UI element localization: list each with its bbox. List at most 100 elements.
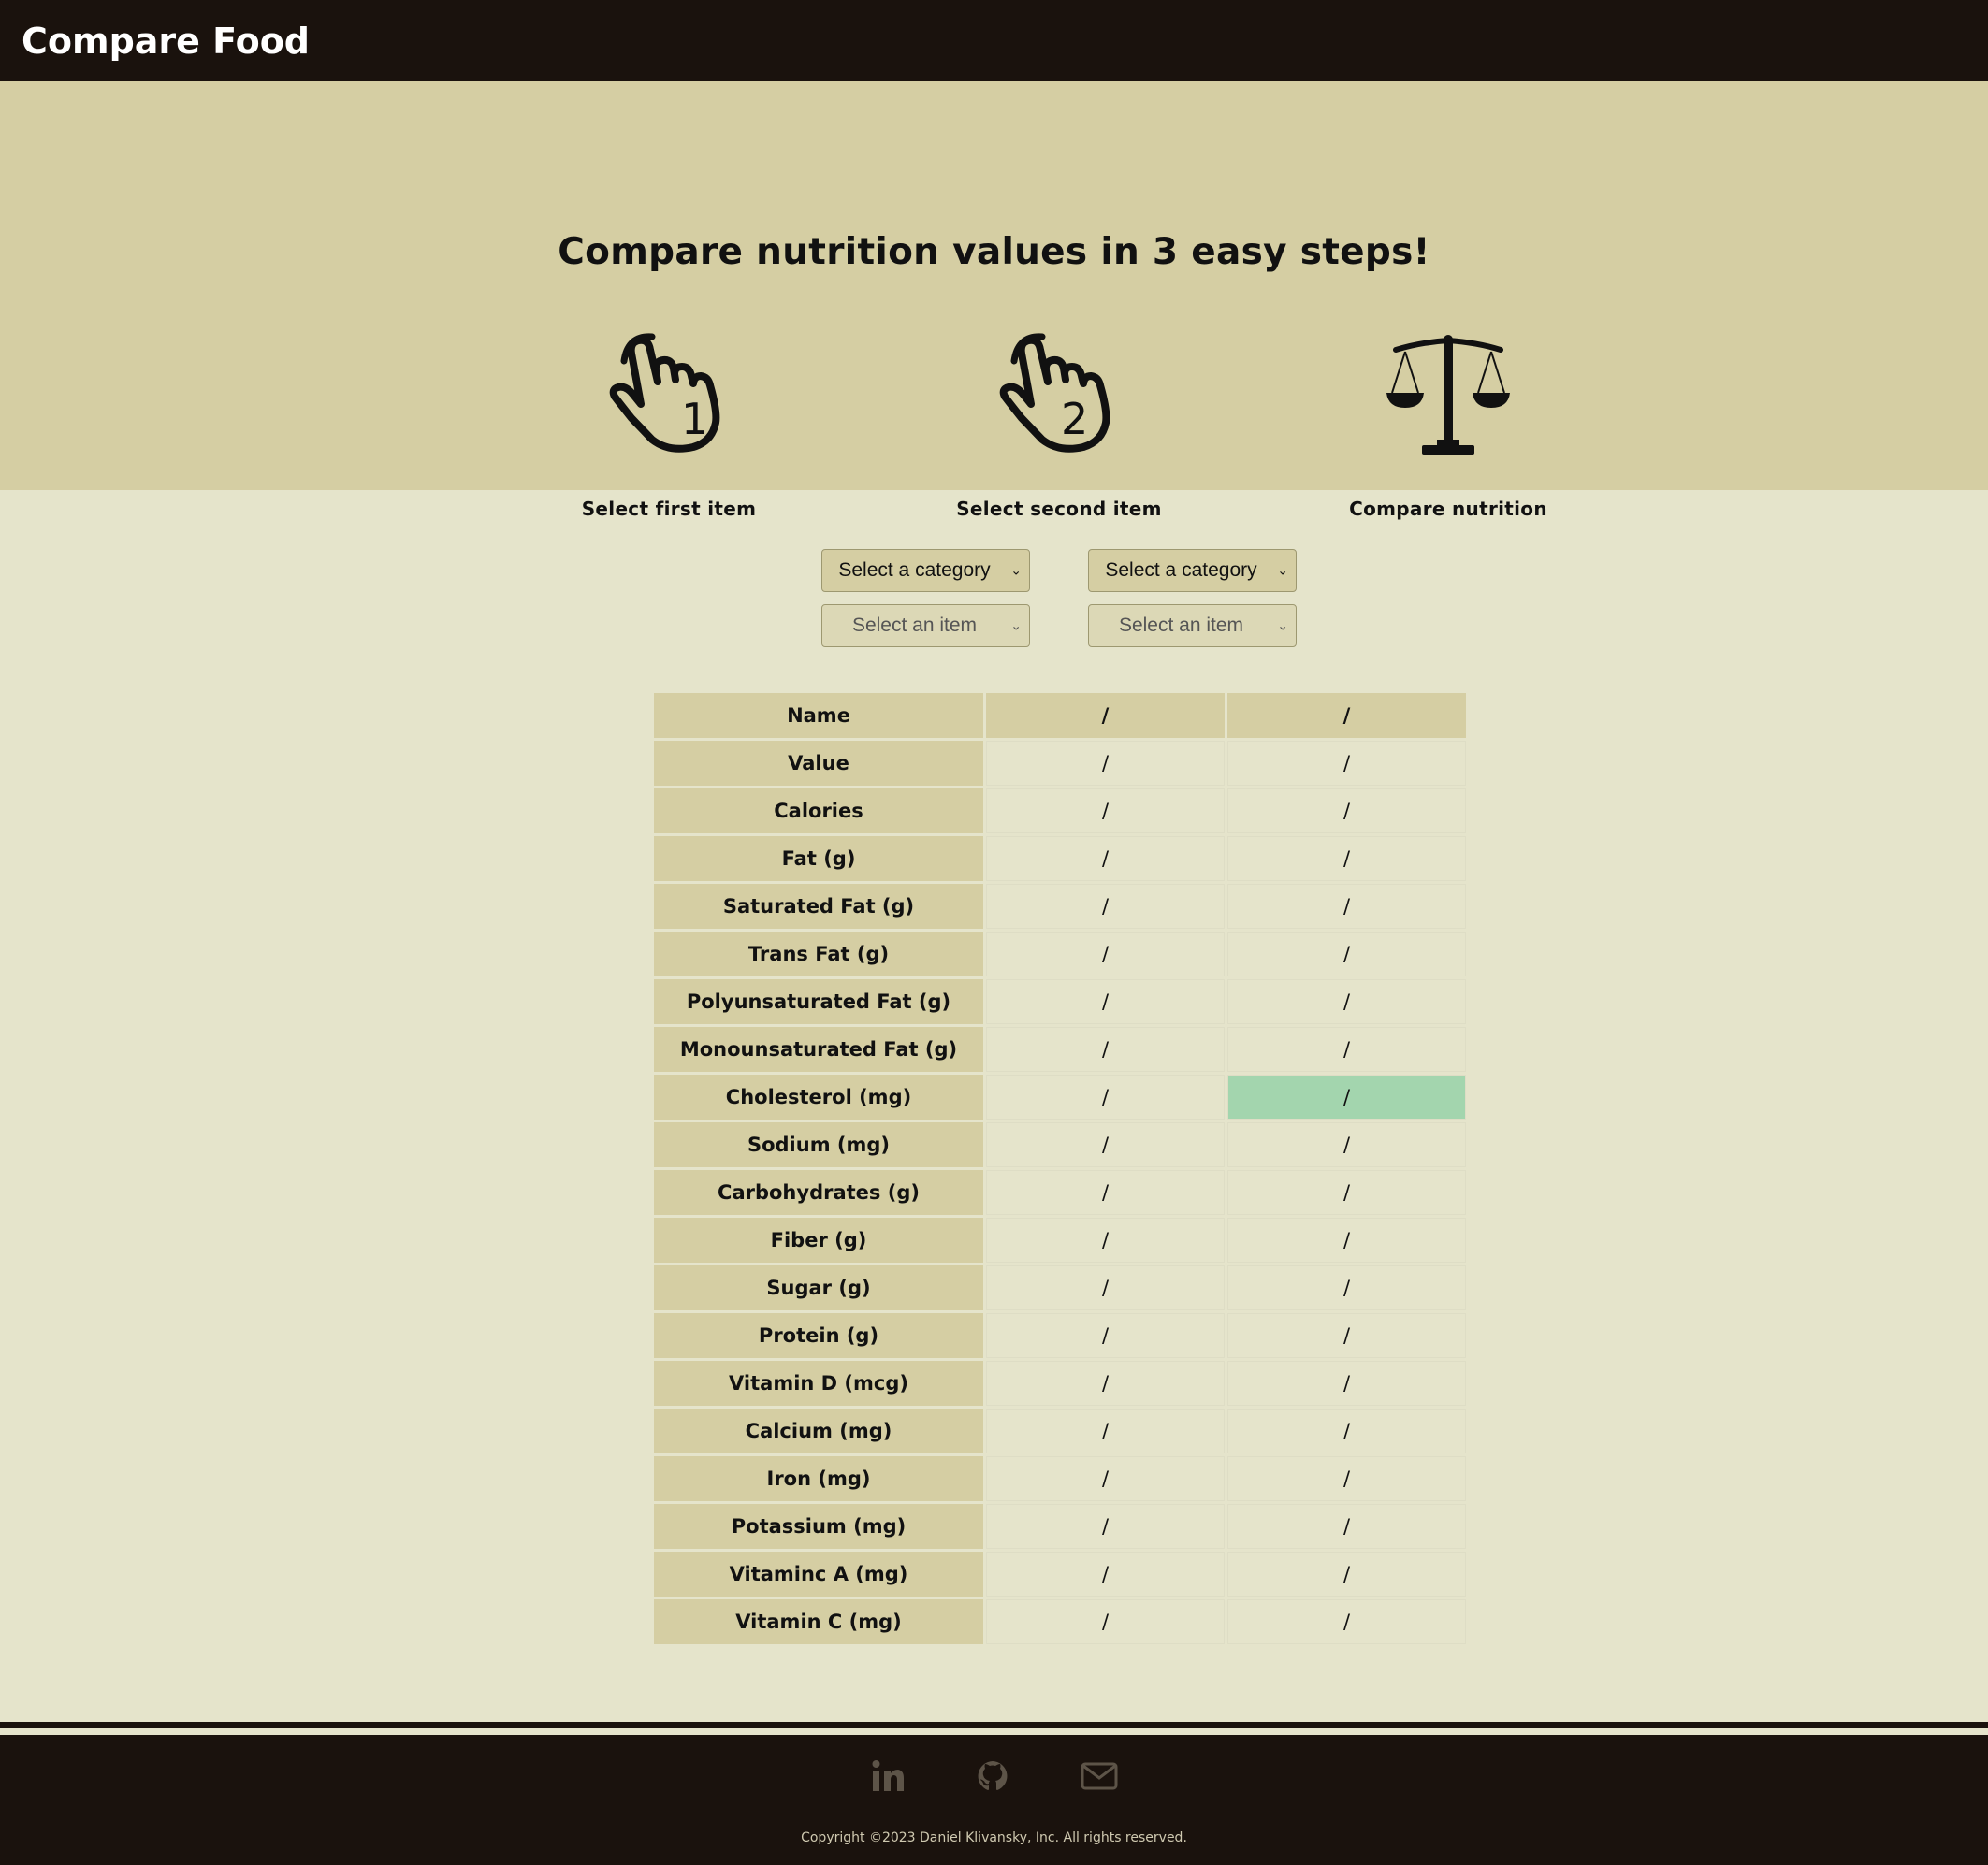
table-row: Sugar (g) / / bbox=[654, 1265, 1466, 1310]
second-category-select[interactable]: Select a category ⌄ bbox=[1088, 549, 1297, 592]
nutrient-label: Calories bbox=[654, 788, 983, 833]
second-item-value: / bbox=[1227, 1504, 1466, 1549]
first-item-value: / bbox=[986, 1027, 1225, 1072]
chevron-down-icon: ⌄ bbox=[1277, 562, 1288, 578]
step-compare: Compare nutrition bbox=[1308, 329, 1589, 520]
step-label: Select first item bbox=[581, 498, 757, 520]
first-item-value: / bbox=[986, 1599, 1225, 1644]
step-select-first: 1 Select first item bbox=[529, 329, 809, 520]
table-row: Polyunsaturated Fat (g) / / bbox=[654, 979, 1466, 1024]
table-row: Trans Fat (g) / / bbox=[654, 932, 1466, 976]
mail-icon[interactable] bbox=[1081, 1759, 1118, 1797]
first-item-value: / bbox=[986, 1361, 1225, 1406]
second-item-value: / bbox=[1227, 1170, 1466, 1215]
brand-logo[interactable]: Compare Food bbox=[22, 21, 310, 62]
footer: Copyright ©2023 Daniel Klivansky, Inc. A… bbox=[0, 1735, 1988, 1865]
first-item-value: / bbox=[986, 932, 1225, 976]
nutrient-label: Fiber (g) bbox=[654, 1218, 983, 1263]
nutrient-label: Vitaminc A (mg) bbox=[654, 1552, 983, 1597]
second-item-value: / bbox=[1227, 1218, 1466, 1263]
select-value: Select a category bbox=[838, 559, 991, 581]
nutrient-label: Sugar (g) bbox=[654, 1265, 983, 1310]
hero-section: Compare nutrition values in 3 easy steps… bbox=[0, 81, 1988, 520]
second-item-value: / bbox=[1227, 979, 1466, 1024]
select-value: Select a category bbox=[1105, 559, 1257, 581]
table-row: Vitamin D (mcg) / / bbox=[654, 1361, 1466, 1406]
first-item-select[interactable]: Select an item ⌄ bbox=[821, 604, 1030, 647]
second-item-select[interactable]: Select an item ⌄ bbox=[1088, 604, 1297, 647]
second-item-value: / bbox=[1227, 1361, 1466, 1406]
hand-pointer-1-icon: 1 bbox=[529, 329, 809, 460]
table-row: Protein (g) / / bbox=[654, 1313, 1466, 1358]
header-name: Name bbox=[654, 693, 983, 738]
navbar: Compare Food bbox=[0, 0, 1988, 81]
chevron-down-icon: ⌄ bbox=[1010, 617, 1022, 633]
second-item-value: / bbox=[1227, 1122, 1466, 1167]
table-row: Iron (mg) / / bbox=[654, 1456, 1466, 1501]
scales-icon bbox=[1308, 329, 1589, 460]
second-item-value: / bbox=[1227, 1552, 1466, 1597]
nutrient-label: Monounsaturated Fat (g) bbox=[654, 1027, 983, 1072]
first-item-value: / bbox=[986, 884, 1225, 929]
select-value: Select an item bbox=[1118, 614, 1244, 636]
second-item-value: / bbox=[1227, 836, 1466, 881]
nutrient-label: Carbohydrates (g) bbox=[654, 1170, 983, 1215]
second-item-value: / bbox=[1227, 1456, 1466, 1501]
nutrient-label: Sodium (mg) bbox=[654, 1122, 983, 1167]
first-item-value: / bbox=[986, 836, 1225, 881]
nutrient-label: Polyunsaturated Fat (g) bbox=[654, 979, 983, 1024]
table-row: Fiber (g) / / bbox=[654, 1218, 1466, 1263]
first-item-value: / bbox=[986, 788, 1225, 833]
table-row: Fat (g) / / bbox=[654, 836, 1466, 881]
nutrient-label: Potassium (mg) bbox=[654, 1504, 983, 1549]
table-row: Calcium (mg) / / bbox=[654, 1409, 1466, 1453]
table-row: Value / / bbox=[654, 741, 1466, 786]
second-item-value: / bbox=[1227, 1075, 1466, 1120]
nutrient-label: Saturated Fat (g) bbox=[654, 884, 983, 929]
first-item-value: / bbox=[986, 1075, 1225, 1120]
table-row: Carbohydrates (g) / / bbox=[654, 1170, 1466, 1215]
first-item-value: / bbox=[986, 1218, 1225, 1263]
header-first-item: / bbox=[986, 693, 1225, 738]
github-icon[interactable] bbox=[976, 1759, 1009, 1797]
social-links bbox=[0, 1759, 1988, 1797]
svg-text:2: 2 bbox=[1061, 394, 1088, 444]
second-item-value: / bbox=[1227, 932, 1466, 976]
second-item-value: / bbox=[1227, 1027, 1466, 1072]
first-item-value: / bbox=[986, 979, 1225, 1024]
first-item-value: / bbox=[986, 1313, 1225, 1358]
second-item-value: / bbox=[1227, 1265, 1466, 1310]
nutrient-label: Protein (g) bbox=[654, 1313, 983, 1358]
nutrient-label: Trans Fat (g) bbox=[654, 932, 983, 976]
table-row: Saturated Fat (g) / / bbox=[654, 884, 1466, 929]
table-row: Cholesterol (mg) / / bbox=[654, 1075, 1466, 1120]
first-item-value: / bbox=[986, 1504, 1225, 1549]
nutrient-label: Value bbox=[654, 741, 983, 786]
second-item-value: / bbox=[1227, 1313, 1466, 1358]
second-item-value: / bbox=[1227, 1599, 1466, 1644]
table-row: Sodium (mg) / / bbox=[654, 1122, 1466, 1167]
svg-text:1: 1 bbox=[681, 394, 708, 444]
select-value: Select an item bbox=[851, 614, 978, 636]
second-item-value: / bbox=[1227, 788, 1466, 833]
hand-pointer-2-icon: 2 bbox=[919, 329, 1199, 460]
step-select-second: 2 Select second item bbox=[919, 329, 1199, 520]
copyright-text: Copyright ©2023 Daniel Klivansky, Inc. A… bbox=[801, 1830, 1187, 1845]
first-category-select[interactable]: Select a category ⌄ bbox=[821, 549, 1030, 592]
nutrient-label: Vitamin D (mcg) bbox=[654, 1361, 983, 1406]
first-item-value: / bbox=[986, 1265, 1225, 1310]
second-item-value: / bbox=[1227, 741, 1466, 786]
table-row: Monounsaturated Fat (g) / / bbox=[654, 1027, 1466, 1072]
step-label: Select second item bbox=[956, 498, 1162, 520]
linkedin-icon[interactable] bbox=[871, 1759, 905, 1797]
first-item-value: / bbox=[986, 1122, 1225, 1167]
first-item-value: / bbox=[986, 1552, 1225, 1597]
nutrient-label: Iron (mg) bbox=[654, 1456, 983, 1501]
chevron-down-icon: ⌄ bbox=[1010, 562, 1022, 578]
hero-title: Compare nutrition values in 3 easy steps… bbox=[558, 231, 1430, 273]
table-row: Potassium (mg) / / bbox=[654, 1504, 1466, 1549]
first-item-value: / bbox=[986, 1456, 1225, 1501]
nutrition-table: Name / / Value / / Calories / / Fat (g) / / Satur… bbox=[651, 690, 1469, 1647]
table-row: Vitamin C (mg) / / bbox=[654, 1599, 1466, 1644]
first-item-value: / bbox=[986, 741, 1225, 786]
